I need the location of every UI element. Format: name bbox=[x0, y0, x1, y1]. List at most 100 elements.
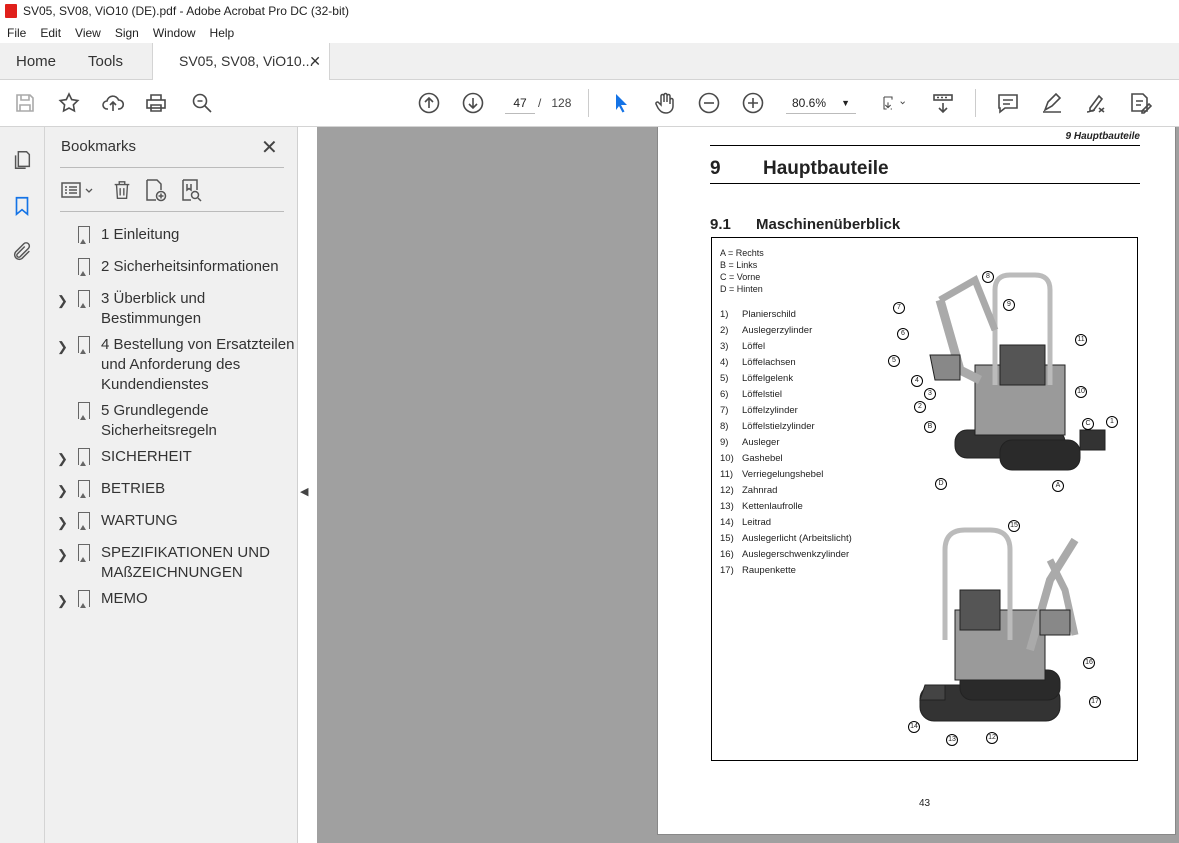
toolbar-divider bbox=[975, 89, 976, 117]
parts-list-item: 12) Zahnrad bbox=[720, 485, 880, 501]
part-name: Zahnrad bbox=[742, 485, 778, 496]
callout-marker: 16 bbox=[1083, 657, 1095, 669]
draw-sign-icon[interactable] bbox=[1083, 90, 1109, 116]
bookmark-panel-icon[interactable] bbox=[9, 193, 35, 219]
delete-bookmark-icon[interactable] bbox=[111, 177, 137, 203]
chevron-right-icon[interactable]: ❯ bbox=[57, 291, 68, 311]
page-total: / 128 bbox=[538, 96, 572, 110]
zoom-in-icon[interactable] bbox=[740, 90, 766, 116]
callout-marker: 1 bbox=[1106, 416, 1118, 428]
menu-window[interactable]: Window bbox=[146, 26, 203, 40]
collapse-panel-icon[interactable]: ◀ bbox=[300, 485, 308, 498]
callout-marker: 7 bbox=[893, 302, 905, 314]
callout-marker: 6 bbox=[897, 328, 909, 340]
section-number: 9.1 bbox=[710, 216, 731, 233]
legend-line: B = Links bbox=[720, 260, 758, 270]
callout-marker: 14 bbox=[908, 721, 920, 733]
parts-list-item: 7) Löffelzylinder bbox=[720, 405, 880, 421]
chevron-right-icon[interactable]: ❯ bbox=[57, 449, 68, 469]
callout-marker: 15 bbox=[1008, 520, 1020, 532]
part-number: 8) bbox=[720, 421, 729, 432]
upload-cloud-icon[interactable] bbox=[100, 90, 126, 116]
page-number-input[interactable]: 47 bbox=[505, 92, 535, 114]
select-cursor-icon[interactable] bbox=[608, 90, 634, 116]
callout-marker: 12 bbox=[986, 732, 998, 744]
bookmark-icon bbox=[78, 336, 90, 354]
parts-list-item: 14) Leitrad bbox=[720, 517, 880, 533]
part-number: 2) bbox=[720, 325, 729, 336]
part-name: Auslegerzylinder bbox=[742, 325, 813, 336]
edit-pdf-icon[interactable] bbox=[1127, 90, 1153, 116]
next-page-icon[interactable] bbox=[460, 90, 486, 116]
legend-line: D = Hinten bbox=[720, 284, 763, 294]
excavator-illustration bbox=[919, 272, 1106, 722]
chevron-right-icon[interactable]: ❯ bbox=[57, 481, 68, 501]
tab-document[interactable]: SV05, SV08, ViO10... ✕ bbox=[152, 43, 330, 81]
bookmark-icon bbox=[78, 480, 90, 498]
chevron-right-icon[interactable]: ❯ bbox=[57, 591, 68, 611]
star-icon[interactable] bbox=[56, 90, 82, 116]
chevron-down-icon: ▼ bbox=[841, 98, 850, 108]
close-tab-icon[interactable]: ✕ bbox=[309, 43, 321, 80]
tab-home[interactable]: Home bbox=[16, 43, 56, 80]
parts-list-item: 16) Auslegerschwenkzylinder bbox=[720, 549, 880, 565]
menu-sign[interactable]: Sign bbox=[108, 26, 146, 40]
chevron-right-icon[interactable]: ❯ bbox=[57, 337, 68, 357]
tab-tools[interactable]: Tools bbox=[88, 43, 123, 80]
comment-icon[interactable] bbox=[995, 90, 1021, 116]
left-rail bbox=[0, 127, 45, 843]
menu-edit[interactable]: Edit bbox=[33, 26, 68, 40]
chevron-right-icon[interactable]: ❯ bbox=[57, 513, 68, 533]
highlight-pen-icon[interactable] bbox=[1039, 90, 1065, 116]
zoom-out-icon[interactable] bbox=[696, 90, 722, 116]
part-number: 13) bbox=[720, 501, 734, 512]
divider bbox=[60, 211, 284, 212]
toolbar bbox=[0, 80, 1179, 127]
part-name: Gashebel bbox=[742, 453, 783, 464]
add-bookmark-icon[interactable] bbox=[143, 177, 171, 203]
callout-marker: 5 bbox=[888, 355, 900, 367]
callout-marker: 3 bbox=[924, 388, 936, 400]
bookmark-icon bbox=[78, 290, 90, 308]
part-name: Löffelzylinder bbox=[742, 405, 798, 416]
part-number: 3) bbox=[720, 341, 729, 352]
zoom-select[interactable]: 80.6% ▼ bbox=[786, 92, 856, 114]
excavator-rear-view bbox=[919, 527, 1079, 722]
part-number: 16) bbox=[720, 549, 734, 560]
legend-line: C = Vorne bbox=[720, 272, 761, 282]
bookmark-search-icon[interactable] bbox=[179, 177, 207, 203]
prev-page-icon[interactable] bbox=[416, 90, 442, 116]
part-name: Kettenlaufrolle bbox=[742, 501, 803, 512]
chapter-rule bbox=[710, 183, 1140, 184]
close-icon[interactable]: ✕ bbox=[261, 135, 278, 160]
chapter-title: Hauptbauteile bbox=[763, 158, 889, 179]
bookmark-icon bbox=[78, 258, 90, 276]
section-title: Maschinenüberblick bbox=[756, 216, 901, 233]
callout-marker: D bbox=[935, 478, 947, 490]
parts-list-item: 4) Löffelachsen bbox=[720, 357, 880, 373]
running-head: 9 Hauptbauteile bbox=[1065, 131, 1140, 142]
header-rule bbox=[710, 145, 1140, 146]
part-number: 6) bbox=[720, 389, 729, 400]
part-name: Auslegerschwenkzylinder bbox=[742, 549, 850, 560]
hand-tool-icon[interactable] bbox=[652, 90, 678, 116]
callout-marker: 9 bbox=[1003, 299, 1015, 311]
callout-marker: C bbox=[1082, 418, 1094, 430]
print-icon[interactable] bbox=[143, 90, 169, 116]
attachment-icon[interactable] bbox=[9, 239, 35, 265]
menu-file[interactable]: File bbox=[0, 26, 33, 40]
part-name: Ausleger bbox=[742, 437, 780, 448]
part-number: 7) bbox=[720, 405, 729, 416]
scroll-mode-icon[interactable] bbox=[930, 90, 956, 116]
page-thumbnails-icon[interactable] bbox=[9, 147, 35, 173]
callout-marker: A bbox=[1052, 480, 1064, 492]
part-name: Löffelstiel bbox=[742, 389, 782, 400]
menu-help[interactable]: Help bbox=[203, 26, 242, 40]
menu-view[interactable]: View bbox=[68, 26, 108, 40]
save-icon[interactable] bbox=[12, 90, 38, 116]
chevron-right-icon[interactable]: ❯ bbox=[57, 545, 68, 565]
page-fit-icon[interactable] bbox=[876, 90, 912, 116]
options-list-icon[interactable] bbox=[60, 177, 96, 203]
divider bbox=[60, 167, 284, 168]
find-zoom-icon[interactable] bbox=[189, 90, 215, 116]
